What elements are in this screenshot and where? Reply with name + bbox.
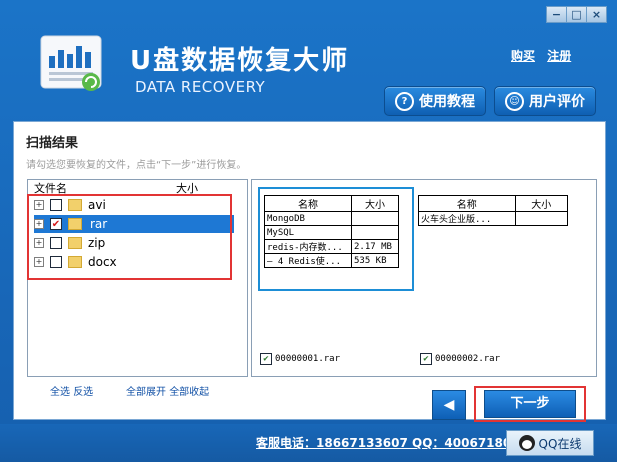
invert-selection-link[interactable]: 反选 xyxy=(73,387,93,398)
cell-size: 2.17 MB xyxy=(351,239,399,254)
collapse-all-link[interactable]: 全部收起 xyxy=(169,387,209,398)
archive-contents-table: 名称 大小 火车头企业版... xyxy=(418,195,569,226)
highlight-box xyxy=(27,194,232,280)
app-window: − □ × U盘数据恢复大师 DATA RECOVERY 购买 注册 ? 使用教… xyxy=(0,0,617,462)
close-button[interactable]: × xyxy=(587,6,607,23)
contact-info[interactable]: 客服电话：18667133607 QQ：4006718068 xyxy=(256,434,528,451)
table-row: 火车头企业版... xyxy=(418,211,569,226)
archive-checkbox-2[interactable]: ✔ 00000002.rar xyxy=(420,353,500,365)
column-size: 大小 xyxy=(351,195,399,212)
next-button-highlight: 下一步 xyxy=(474,386,586,422)
minimize-button[interactable]: − xyxy=(546,6,567,23)
table-header-row: 名称 大小 xyxy=(418,195,569,212)
table-row: MongoDB xyxy=(264,211,399,226)
buy-link[interactable]: 购买 xyxy=(511,49,535,63)
account-links: 购买 注册 xyxy=(511,47,579,64)
next-button[interactable]: 下一步 xyxy=(484,390,576,418)
archive-filename: 00000001.rar xyxy=(275,354,341,364)
review-label: 用户评价 xyxy=(529,94,585,110)
select-all-link[interactable]: 全选 xyxy=(50,387,70,398)
table-header-row: 名称 大小 xyxy=(264,195,399,212)
table-row: redis-内存数... 2.17 MB xyxy=(264,239,399,254)
maximize-button[interactable]: □ xyxy=(567,6,587,23)
app-title: U盘数据恢复大师 xyxy=(130,46,350,76)
cell-size xyxy=(514,211,569,226)
main-panel: 扫描结果 请勾选您要恢复的文件，点击“下一步”进行恢复。 文件名 大小 + av… xyxy=(13,121,606,420)
window-controls: − □ × xyxy=(546,6,607,23)
checkbox-checked[interactable]: ✔ xyxy=(260,353,272,365)
expand-links: 全部展开 全部收起 xyxy=(126,383,209,398)
back-button[interactable]: ◀ xyxy=(432,390,466,420)
column-name: 名称 xyxy=(264,195,352,212)
archive-checkbox-1[interactable]: ✔ 00000001.rar xyxy=(260,353,340,365)
cell-size xyxy=(351,225,399,240)
app-logo-icon xyxy=(40,35,102,91)
archive-card-2[interactable]: 名称 大小 火车头企业版... xyxy=(416,187,569,237)
cell-name: MongoDB xyxy=(264,211,352,226)
cell-name: 火车头企业版... xyxy=(418,211,516,226)
file-preview-panel: 名称 大小 MongoDB MySQL redis-内存数... 2.17 MB … xyxy=(251,179,597,377)
tutorial-button[interactable]: ? 使用教程 xyxy=(384,86,486,116)
smile-icon: ☺ xyxy=(505,91,524,111)
archive-card-1[interactable]: 名称 大小 MongoDB MySQL redis-内存数... 2.17 MB … xyxy=(258,187,414,291)
qq-online-button[interactable]: QQ在线 xyxy=(506,430,594,456)
review-button[interactable]: ☺ 用户评价 xyxy=(494,86,596,116)
cell-size xyxy=(351,211,399,226)
column-name: 名称 xyxy=(418,195,516,212)
select-links: 全选 反选 xyxy=(50,383,93,398)
archive-contents-table: 名称 大小 MongoDB MySQL redis-内存数... 2.17 MB … xyxy=(264,195,399,268)
cell-name: — 4 Redis使... xyxy=(264,253,352,268)
column-size: 大小 xyxy=(514,195,569,212)
qq-penguin-icon xyxy=(518,435,535,451)
page-title: 扫描结果 xyxy=(26,136,79,151)
table-row: MySQL xyxy=(264,225,399,240)
instruction-text: 请勾选您要恢复的文件，点击“下一步”进行恢复。 xyxy=(26,160,247,171)
archive-filename: 00000002.rar xyxy=(435,354,501,364)
footer-bar: 客服电话：18667133607 QQ：4006718068 QQ在线 xyxy=(0,424,617,462)
app-subtitle: DATA RECOVERY xyxy=(135,78,266,96)
file-tree: 文件名 大小 + avi + ✔ rar + zip + docx xyxy=(27,179,248,377)
qq-online-label: QQ在线 xyxy=(538,436,582,451)
tutorial-label: 使用教程 xyxy=(419,94,475,110)
cell-name: redis-内存数... xyxy=(264,239,352,254)
cell-name: MySQL xyxy=(264,225,352,240)
cell-size: 535 KB xyxy=(351,253,399,268)
question-icon: ? xyxy=(395,91,414,111)
checkbox-checked[interactable]: ✔ xyxy=(420,353,432,365)
register-link[interactable]: 注册 xyxy=(547,49,571,63)
table-row: — 4 Redis使... 535 KB xyxy=(264,253,399,268)
expand-all-link[interactable]: 全部展开 xyxy=(126,387,166,398)
